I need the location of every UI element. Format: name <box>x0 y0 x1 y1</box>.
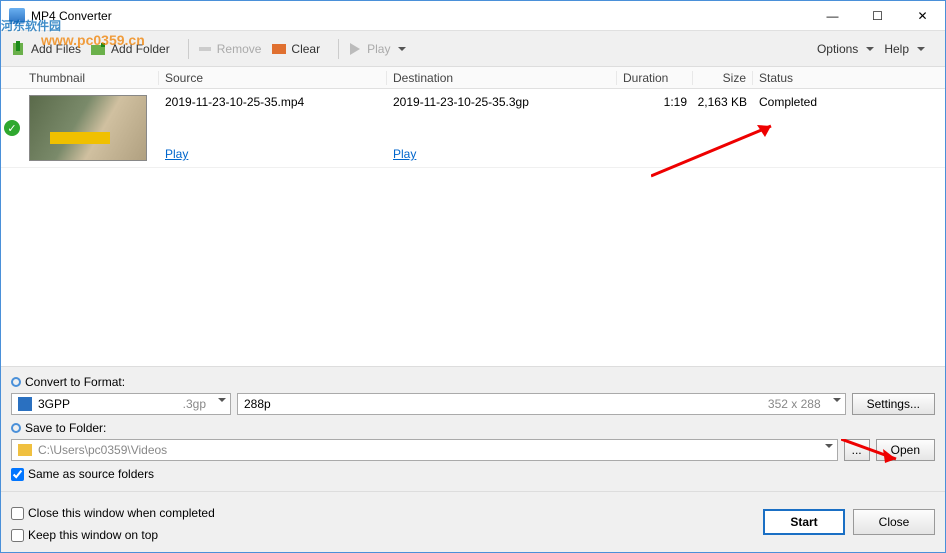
col-destination[interactable]: Destination <box>387 71 617 85</box>
clear-label: Clear <box>291 42 320 56</box>
play-button[interactable]: Play <box>347 41 406 57</box>
add-folder-label: Add Folder <box>111 42 170 56</box>
table-row[interactable]: ✓ 2019-11-23-10-25-35.mp4 Play 2019-11-2… <box>1 89 945 168</box>
col-source[interactable]: Source <box>159 71 387 85</box>
folder-path: C:\Users\pc0359\Videos <box>38 443 167 457</box>
options-menu[interactable]: Options <box>817 42 874 56</box>
add-files-label: Add Files <box>31 42 81 56</box>
toolbar-separator <box>338 39 339 59</box>
browse-button[interactable]: ... <box>844 439 870 461</box>
play-icon <box>347 41 363 57</box>
close-when-done-input[interactable] <box>11 507 24 520</box>
resolution-combo[interactable]: 288p 352 x 288 <box>237 393 846 415</box>
duration-value: 1:19 <box>617 95 693 161</box>
close-when-done-checkbox[interactable]: Close this window when completed <box>11 506 215 520</box>
folder-combo[interactable]: C:\Users\pc0359\Videos <box>11 439 838 461</box>
minimize-button[interactable]: — <box>810 2 855 30</box>
footer: Close this window when completed Keep th… <box>1 491 945 552</box>
remove-button[interactable]: Remove <box>197 41 262 57</box>
app-icon <box>9 8 25 24</box>
keep-on-top-input[interactable] <box>11 529 24 542</box>
add-files-button[interactable]: Add Files <box>11 41 81 57</box>
settings-button[interactable]: Settings... <box>852 393 935 415</box>
play-dest-link[interactable]: Play <box>393 147 611 161</box>
add-files-icon <box>11 41 27 57</box>
chevron-down-icon <box>833 398 841 406</box>
bullet-icon <box>11 423 21 433</box>
format-ext: .3gp <box>183 397 206 411</box>
chevron-down-icon <box>218 398 226 406</box>
close-window-button[interactable]: ✕ <box>900 2 945 30</box>
toolbar: Add Files Add Folder Remove Clear Play O… <box>1 31 945 67</box>
same-source-checkbox[interactable]: Same as source folders <box>11 467 935 481</box>
col-size[interactable]: Size <box>693 71 753 85</box>
help-menu[interactable]: Help <box>884 42 925 56</box>
resolution-value: 288p <box>244 397 271 411</box>
same-source-input[interactable] <box>11 468 24 481</box>
add-folder-icon <box>91 41 107 57</box>
check-icon: ✓ <box>4 120 20 136</box>
window-title: MP4 Converter <box>31 9 810 23</box>
bullet-icon <box>11 377 21 387</box>
col-thumbnail[interactable]: Thumbnail <box>23 71 159 85</box>
maximize-button[interactable]: ☐ <box>855 2 900 30</box>
format-combo[interactable]: 3GPP .3gp <box>11 393 231 415</box>
dest-filename: 2019-11-23-10-25-35.3gp <box>393 95 611 109</box>
toolbar-separator <box>188 39 189 59</box>
format-value: 3GPP <box>38 397 70 411</box>
open-button[interactable]: Open <box>876 439 935 461</box>
thumbnail-image <box>29 95 147 161</box>
start-button[interactable]: Start <box>763 509 845 535</box>
keep-on-top-checkbox[interactable]: Keep this window on top <box>11 528 215 542</box>
add-folder-button[interactable]: Add Folder <box>91 41 170 57</box>
col-status[interactable]: Status <box>753 71 945 85</box>
remove-label: Remove <box>217 42 262 56</box>
size-value: 2,163 KB <box>693 95 753 161</box>
col-duration[interactable]: Duration <box>617 71 693 85</box>
save-label: Save to Folder: <box>25 421 106 435</box>
column-headers: Thumbnail Source Destination Duration Si… <box>1 67 945 89</box>
chevron-down-icon <box>825 444 833 452</box>
format-icon <box>18 397 32 411</box>
file-list: ✓ 2019-11-23-10-25-35.mp4 Play 2019-11-2… <box>1 89 945 366</box>
resolution-dim: 352 x 288 <box>768 397 821 411</box>
folder-icon <box>18 444 32 456</box>
play-label: Play <box>367 42 390 56</box>
convert-label: Convert to Format: <box>25 375 125 389</box>
clear-button[interactable]: Clear <box>271 41 320 57</box>
remove-icon <box>197 41 213 57</box>
clear-icon <box>271 41 287 57</box>
status-value: Completed <box>753 95 945 161</box>
source-filename: 2019-11-23-10-25-35.mp4 <box>165 95 381 109</box>
bottom-panel: Convert to Format: 3GPP .3gp 288p 352 x … <box>1 366 945 491</box>
titlebar: MP4 Converter — ☐ ✕ <box>1 1 945 31</box>
play-source-link[interactable]: Play <box>165 147 381 161</box>
close-button[interactable]: Close <box>853 509 935 535</box>
